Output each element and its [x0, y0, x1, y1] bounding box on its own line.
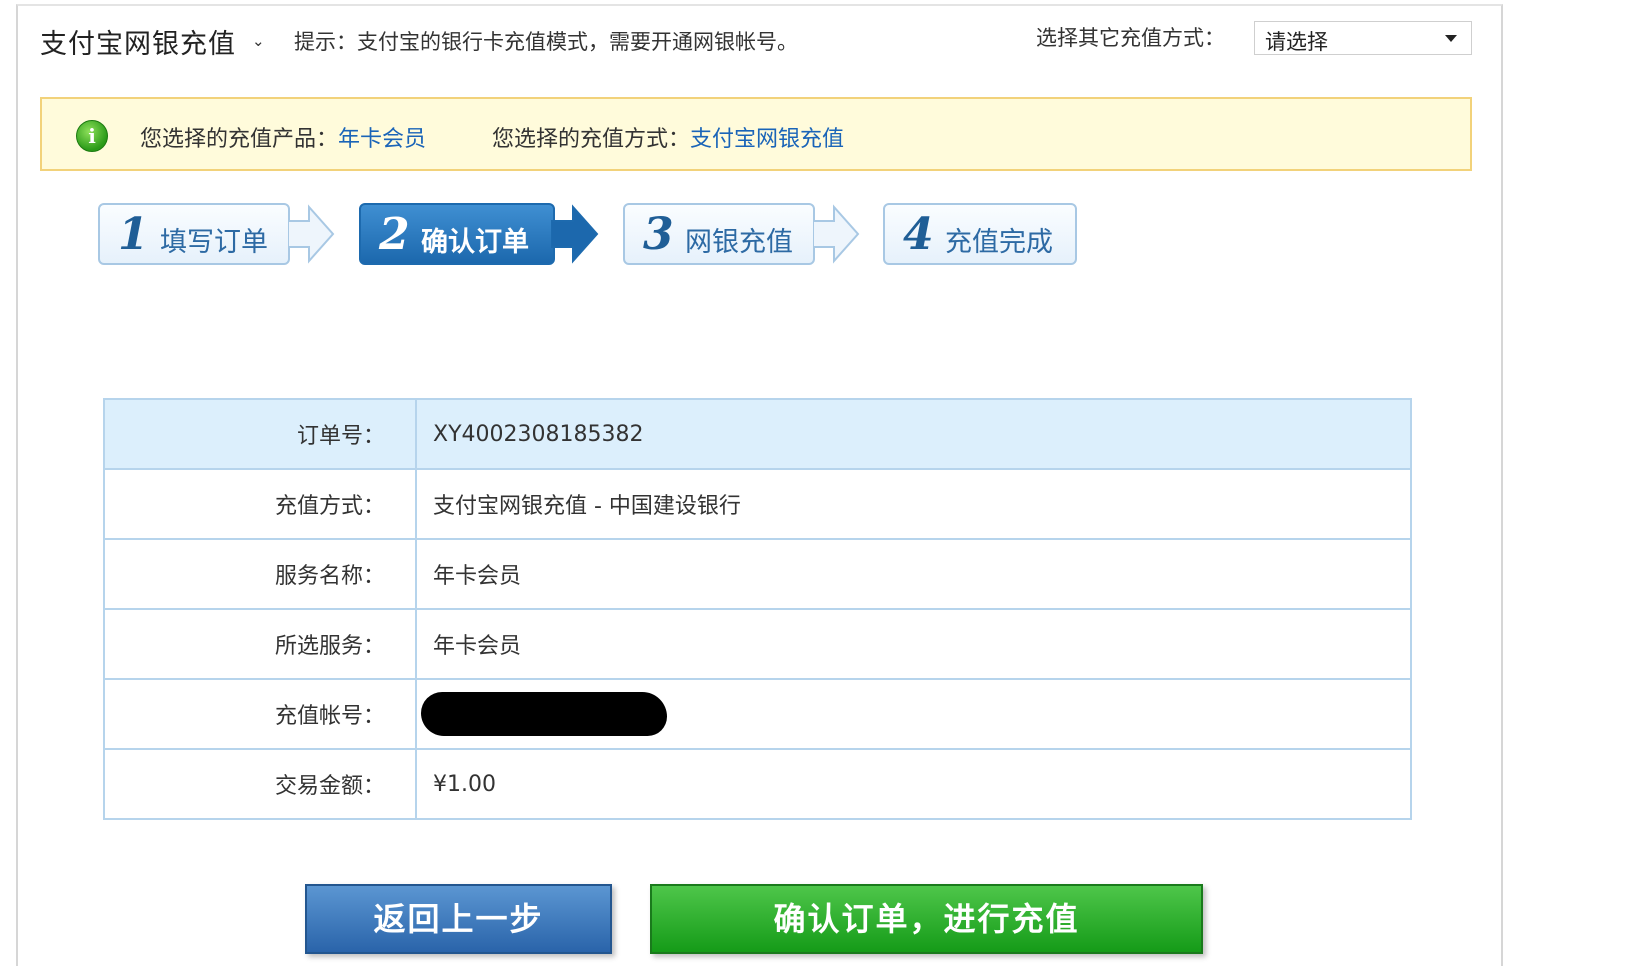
- method-info: 您选择的充值方式：支付宝网银充值: [492, 121, 844, 153]
- confirm-recharge-button[interactable]: 确认订单，进行充值: [650, 884, 1203, 954]
- order-number-value: XY4002308185382: [415, 398, 1412, 470]
- table-row: 服务名称： 年卡会员: [103, 538, 1412, 610]
- step-label: 充值完成: [945, 227, 1053, 258]
- table-row: 所选服务： 年卡会员: [103, 608, 1412, 680]
- step-number: 1: [118, 209, 149, 260]
- table-row: 交易金额： ¥1.00: [103, 748, 1412, 820]
- redacted-account: [421, 692, 667, 736]
- selected-service-value: 年卡会员: [415, 608, 1412, 680]
- step-label: 确认订单: [421, 227, 529, 258]
- row-key: 充值帐号：: [103, 678, 417, 750]
- order-details-table: 订单号： XY4002308185382 充值方式： 支付宝网银充值 - 中国建…: [103, 398, 1412, 820]
- step-arrow-icon: [814, 204, 860, 264]
- dropdown-arrow-icon: [1445, 35, 1457, 42]
- row-key: 订单号：: [103, 398, 417, 470]
- service-name-value: 年卡会员: [415, 538, 1412, 610]
- step-arrow-icon: [551, 204, 599, 264]
- select-value: 请选择: [1265, 30, 1328, 54]
- step-number: 3: [643, 209, 674, 260]
- page-title: 支付宝网银充值: [40, 29, 236, 60]
- chevron-down-icon[interactable]: ⌄: [252, 32, 265, 50]
- method-label: 您选择的充值方式：: [492, 127, 691, 152]
- step-label: 填写订单: [160, 227, 268, 258]
- other-method-select[interactable]: 请选择: [1254, 21, 1472, 55]
- selection-info-bar: i 您选择的充值产品：年卡会员 您选择的充值方式：支付宝网银充值: [40, 97, 1472, 171]
- step-bank-recharge: 3 网银充值: [623, 203, 815, 265]
- product-label: 您选择的充值产品：: [140, 127, 339, 152]
- row-key: 交易金额：: [103, 748, 417, 820]
- table-row: 充值帐号：: [103, 678, 1412, 750]
- step-recharge-complete: 4 充值完成: [883, 203, 1077, 265]
- payment-method-value: 支付宝网银充值 - 中国建设银行: [415, 468, 1412, 540]
- row-key: 所选服务：: [103, 608, 417, 680]
- step-number: 2: [379, 209, 410, 260]
- info-icon: i: [76, 120, 108, 152]
- table-row: 订单号： XY4002308185382: [103, 398, 1412, 470]
- method-value-link[interactable]: 支付宝网银充值: [690, 127, 844, 152]
- step-confirm-order: 2 确认订单: [359, 203, 555, 265]
- step-arrow-icon: [289, 204, 335, 264]
- row-key: 服务名称：: [103, 538, 417, 610]
- product-value-link[interactable]: 年卡会员: [338, 127, 426, 152]
- product-info: 您选择的充值产品：年卡会员: [140, 121, 426, 153]
- back-button[interactable]: 返回上一步: [305, 884, 612, 954]
- account-value: [415, 678, 1412, 750]
- header-tip: 提示：支付宝的银行卡充值模式，需要开通网银帐号。: [294, 30, 798, 54]
- amount-value: ¥1.00: [415, 748, 1412, 820]
- step-label: 网银充值: [685, 227, 793, 258]
- step-number: 4: [903, 209, 934, 260]
- table-row: 充值方式： 支付宝网银充值 - 中国建设银行: [103, 468, 1412, 540]
- step-fill-order: 1 填写订单: [98, 203, 290, 265]
- other-method-label: 选择其它充值方式：: [1036, 26, 1225, 50]
- row-key: 充值方式：: [103, 468, 417, 540]
